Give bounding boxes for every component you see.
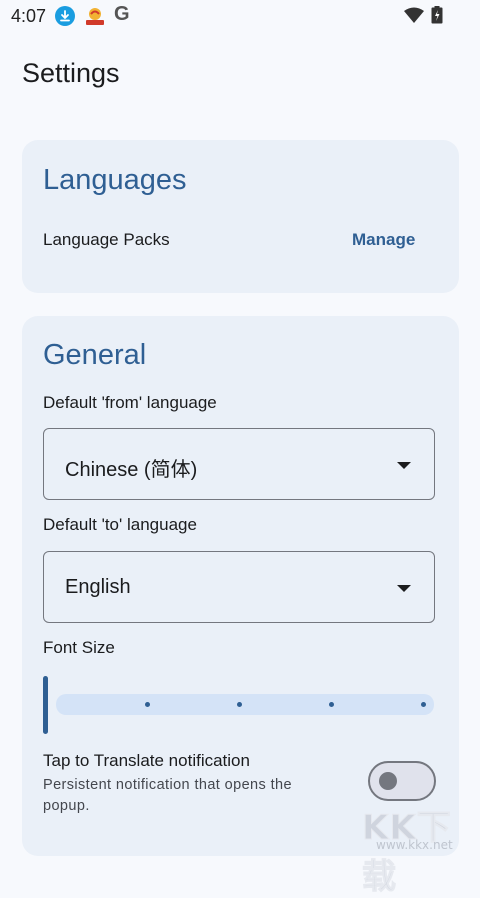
from-language-label: Default 'from' language [43, 393, 217, 412]
google-icon: G [114, 3, 130, 25]
slider-tick [421, 702, 426, 707]
slider-tick [329, 702, 334, 707]
battery-icon [431, 6, 443, 24]
to-language-value: English [65, 576, 131, 598]
chevron-down-icon [397, 462, 411, 469]
watermark-logo: KK下载 www.kkx.net [354, 800, 480, 898]
chevron-down-icon [397, 585, 411, 592]
font-size-slider-thumb[interactable] [43, 676, 48, 734]
watermark-url: www.kkx.net [376, 838, 453, 852]
status-time: 4:07 [11, 6, 47, 26]
status-bar: 4:07 G [0, 0, 480, 32]
language-packs-label: Language Packs [43, 230, 170, 249]
manage-button[interactable]: Manage [352, 230, 415, 250]
download-icon [55, 6, 75, 26]
languages-section-title: Languages [43, 164, 187, 196]
to-language-label: Default 'to' language [43, 515, 197, 534]
font-size-label: Font Size [43, 638, 115, 657]
tap-to-translate-toggle[interactable] [368, 761, 436, 801]
font-size-slider-track[interactable] [56, 694, 434, 715]
to-language-select[interactable]: English [43, 551, 435, 623]
app-notification-icon [84, 6, 106, 26]
tap-to-translate-description: Persistent notification that opens the p… [43, 777, 292, 814]
wifi-icon [404, 7, 424, 27]
toggle-knob [379, 772, 397, 790]
slider-tick [145, 702, 150, 707]
general-section-title: General [43, 339, 147, 371]
languages-card [22, 140, 459, 293]
page-title: Settings [22, 58, 120, 88]
from-language-value: Chinese (简体) [65, 459, 198, 481]
from-language-select[interactable]: Chinese (简体) [43, 428, 435, 500]
tap-to-translate-title: Tap to Translate notification [43, 751, 250, 770]
slider-tick [237, 702, 242, 707]
